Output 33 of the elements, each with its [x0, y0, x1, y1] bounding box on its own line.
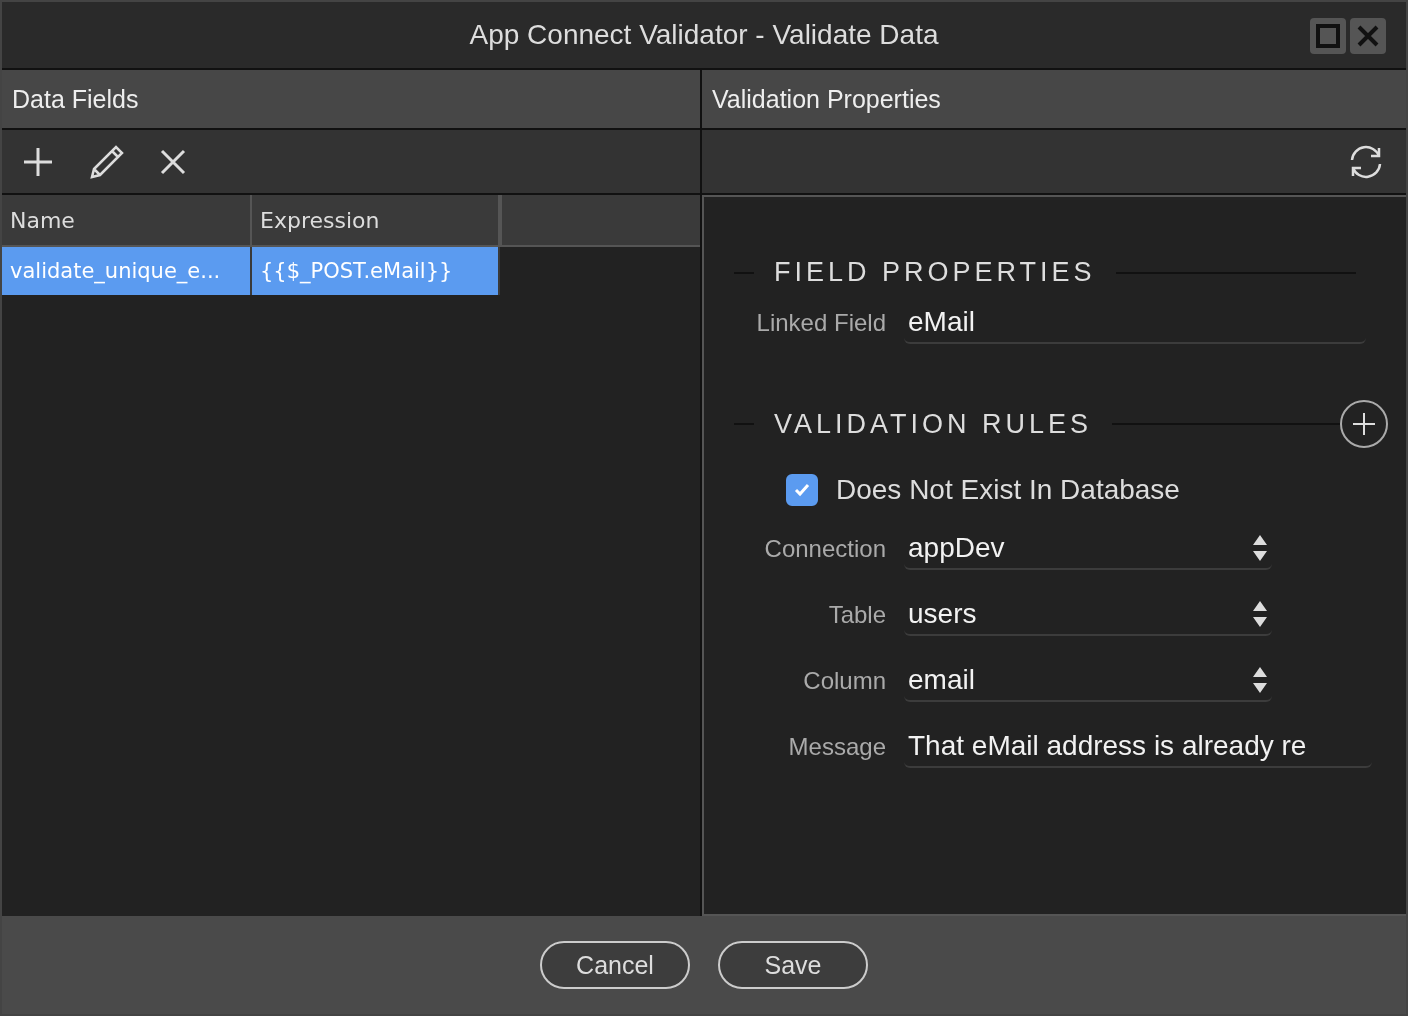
stepper-arrows-icon: [1252, 599, 1268, 629]
stepper-arrows-icon: [1252, 665, 1268, 695]
close-button[interactable]: [1350, 18, 1386, 54]
checkmark-icon: [793, 481, 811, 499]
close-icon[interactable]: [160, 148, 186, 175]
section-title: VALIDATION RULES: [774, 408, 1093, 440]
select-field[interactable]: users: [904, 594, 1272, 636]
select-field[interactable]: appDev: [904, 528, 1272, 570]
field-label: Column: [802, 667, 886, 695]
maximize-button[interactable]: [1310, 18, 1346, 54]
select-field[interactable]: email: [904, 660, 1272, 702]
stepper-arrows-icon: [1252, 533, 1268, 563]
add-icon[interactable]: [22, 145, 54, 178]
section-title: FIELD PROPERTIES: [774, 257, 1096, 288]
window-title: App Connect Validator - Validate Data: [469, 19, 939, 51]
field-label: Table: [827, 601, 886, 629]
dialog-button[interactable]: Cancel: [540, 941, 690, 989]
column-header[interactable]: Name: [2, 195, 252, 245]
panel-title: Validation Properties: [712, 84, 941, 114]
input-field[interactable]: That eMail address is already re: [904, 726, 1372, 768]
checkbox-label: Does Not Exist In Database: [836, 474, 1180, 506]
field-label: Message: [787, 733, 886, 761]
column-header[interactable]: Expression: [252, 195, 500, 245]
add-rule-button[interactable]: [1340, 400, 1388, 448]
close-icon: [1356, 24, 1380, 48]
dialog-button[interactable]: Save: [718, 941, 868, 989]
linked-field[interactable]: eMail: [904, 302, 1366, 344]
checkbox[interactable]: [786, 474, 818, 506]
plus-icon: [1352, 412, 1376, 436]
panel-title: Data Fields: [12, 84, 139, 114]
field-label: Connection: [763, 535, 886, 563]
square-icon: [1316, 24, 1340, 48]
field-label: Linked Field: [755, 309, 886, 337]
